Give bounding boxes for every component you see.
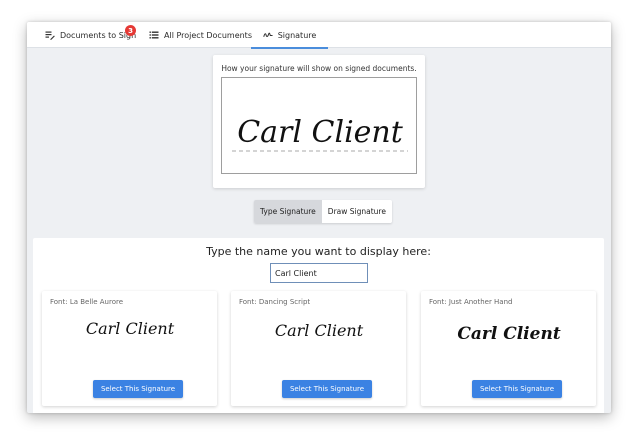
signature-preview-card: How your signature will show on signed d… — [213, 55, 425, 188]
preview-signature-text: Carl Client — [237, 115, 404, 150]
signature-icon — [262, 30, 273, 40]
type-signature-button[interactable]: Type Signature — [254, 200, 322, 223]
font-option-card: Font: Dancing Script Carl Client Select … — [231, 291, 406, 406]
signature-sample-text: Carl Client — [86, 319, 175, 338]
select-signature-button[interactable]: Select This Signature — [472, 380, 562, 398]
edit-list-icon — [45, 30, 55, 40]
font-label: Font: Just Another Hand — [429, 298, 513, 306]
type-signature-panel: Type the name you want to display here: … — [33, 238, 604, 413]
signature-preview-box: Carl Client — [221, 77, 417, 174]
signature-sample-text: Carl Client — [457, 324, 561, 344]
signature-mode-toggle: Type Signature Draw Signature — [254, 200, 392, 223]
font-label: Font: Dancing Script — [239, 298, 311, 306]
list-icon — [149, 30, 159, 40]
signature-sample: Carl Client — [457, 324, 561, 344]
tab-documents-to-sign[interactable]: Documents to Sign — [45, 22, 136, 48]
tab-signature[interactable]: Signature — [251, 22, 328, 49]
signature-sample-text: Carl Client — [275, 321, 364, 340]
select-signature-button[interactable]: Select This Signature — [93, 380, 183, 398]
tab-all-project-documents[interactable]: All Project Documents — [149, 22, 252, 48]
tab-bar: Documents to Sign 3 All Project Document… — [27, 22, 611, 49]
signature-sample: Carl Client — [275, 321, 364, 340]
font-option-card: Font: La Belle Aurore Carl Client Select… — [42, 291, 217, 406]
signature-name-input[interactable] — [270, 263, 368, 283]
signature-sample: Carl Client — [86, 319, 175, 338]
font-label: Font: La Belle Aurore — [50, 298, 124, 306]
draw-signature-button[interactable]: Draw Signature — [321, 200, 392, 223]
tab-label: Signature — [277, 30, 317, 40]
tab-label: All Project Documents — [164, 30, 252, 40]
notification-badge: 3 — [125, 25, 136, 36]
type-heading: Type the name you want to display here: — [206, 245, 431, 258]
preview-caption: How your signature will show on signed d… — [221, 64, 417, 73]
font-option-card: Font: Just Another Hand Carl Client Sele… — [421, 291, 596, 406]
select-signature-button[interactable]: Select This Signature — [282, 380, 372, 398]
app-window: Documents to Sign 3 All Project Document… — [27, 22, 611, 413]
